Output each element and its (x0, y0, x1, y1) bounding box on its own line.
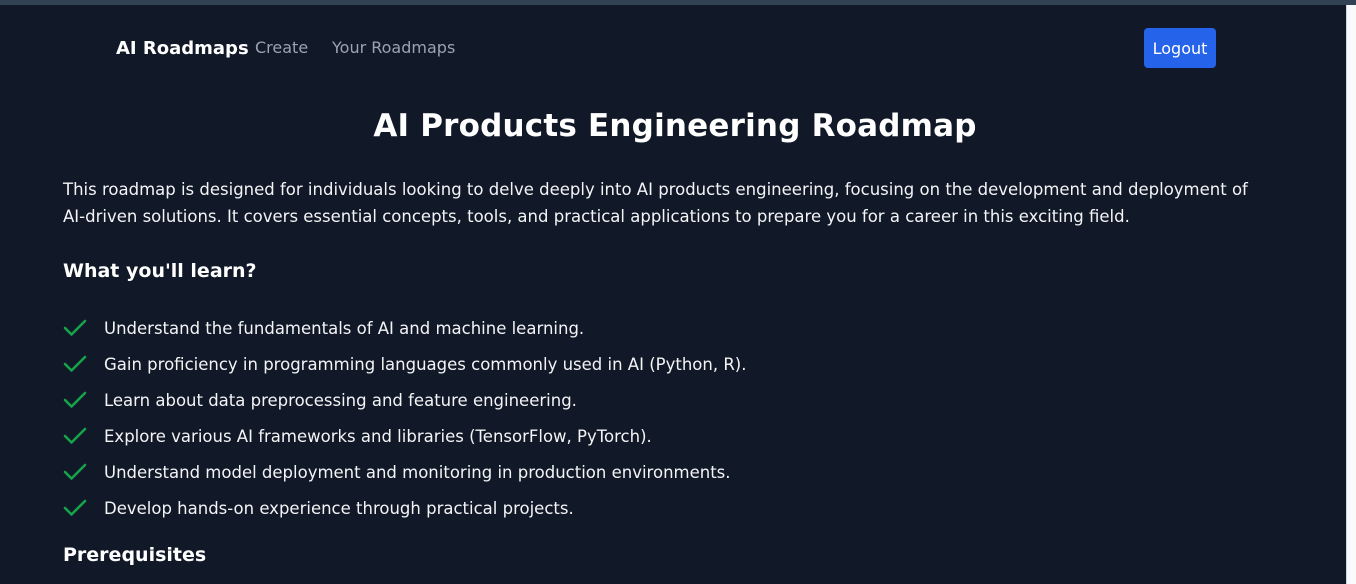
roadmap-description: This roadmap is designed for individuals… (63, 180, 1248, 226)
list-item: Gain proficiency in programming language… (63, 346, 746, 382)
list-item-text: Understand the fundamentals of AI and ma… (104, 318, 585, 338)
list-item-text: Explore various AI frameworks and librar… (104, 426, 652, 446)
list-item: Understand the fundamentals of AI and ma… (63, 310, 746, 346)
nav-link-create[interactable]: Create (255, 38, 308, 57)
list-item: Develop hands-on experience through prac… (63, 490, 746, 526)
prerequisites-heading: Prerequisites (63, 544, 207, 566)
list-item: Explore various AI frameworks and librar… (63, 418, 746, 454)
nav-link-your-roadmaps[interactable]: Your Roadmaps (332, 38, 455, 57)
check-icon (63, 463, 87, 480)
learn-list: Understand the fundamentals of AI and ma… (63, 310, 746, 526)
logout-button[interactable]: Logout (1144, 28, 1216, 68)
list-item-text: Gain proficiency in programming language… (104, 354, 747, 374)
list-item: Understand model deployment and monitori… (63, 454, 746, 490)
list-item: Learn about data preprocessing and featu… (63, 382, 746, 418)
check-icon (63, 355, 87, 372)
list-item-text: Learn about data preprocessing and featu… (104, 390, 577, 410)
learn-heading: What you'll learn? (63, 260, 257, 282)
list-item-text: Understand model deployment and monitori… (104, 462, 731, 482)
check-icon (63, 391, 87, 408)
brand-logo-link[interactable]: AI Roadmaps (116, 38, 249, 59)
check-icon (63, 319, 87, 336)
check-icon (63, 427, 87, 444)
list-item-text: Develop hands-on experience through prac… (104, 498, 574, 518)
top-navigation: AI Roadmaps Create Your Roadmaps Logout (0, 5, 1346, 85)
page-title: AI Products Engineering Roadmap (373, 108, 977, 144)
scrollbar[interactable] (1346, 5, 1356, 584)
check-icon (63, 499, 87, 516)
